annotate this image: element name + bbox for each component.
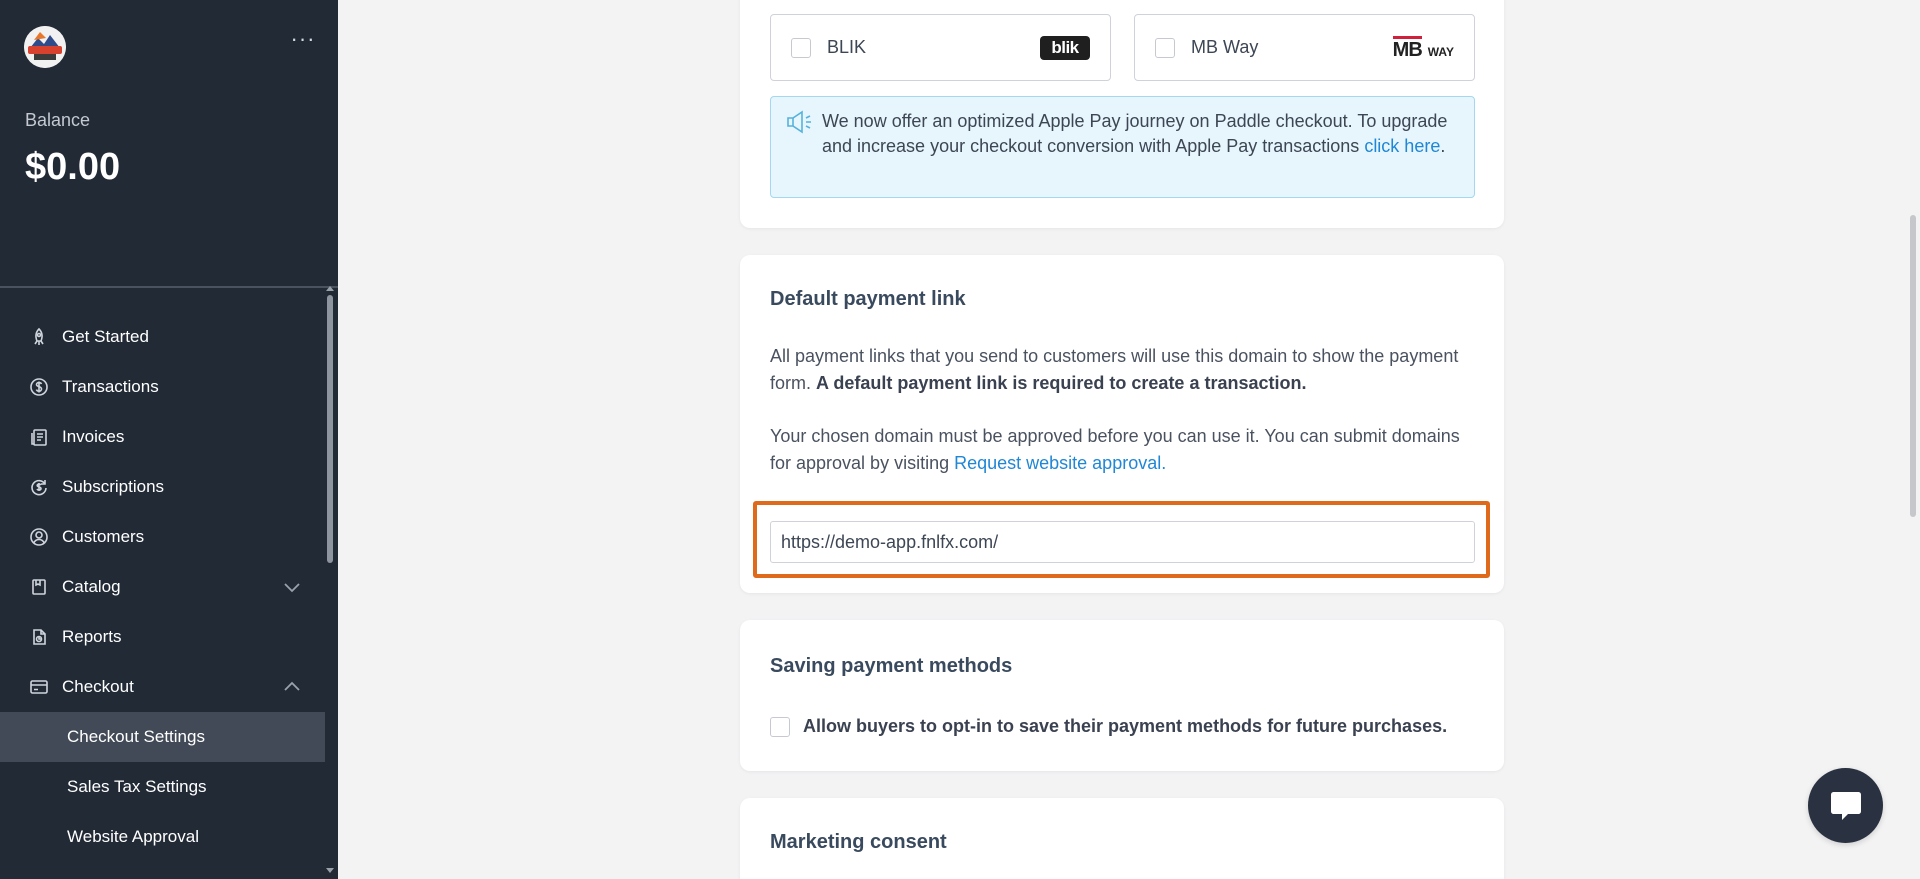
sidebar-item-invoices[interactable]: Invoices <box>0 412 338 462</box>
default-payment-link-input[interactable] <box>770 521 1475 563</box>
card-icon <box>28 676 50 698</box>
notice-suffix: . <box>1440 136 1446 156</box>
sidebar-item-transactions[interactable]: Transactions <box>0 362 338 412</box>
more-options-icon[interactable]: ··· <box>286 28 320 54</box>
sidebar-item-label: Get Started <box>62 327 149 346</box>
payment-method-blik[interactable]: BLIK blik <box>770 14 1111 81</box>
sidebar-subitem-sales-tax-settings[interactable]: Sales Tax Settings <box>0 762 338 812</box>
sidebar-item-label: Customers <box>62 527 145 546</box>
marketing-consent-title: Marketing consent <box>770 831 947 853</box>
sidebar-item-catalog[interactable]: Catalog <box>0 562 338 612</box>
balance-value: $0.00 <box>25 146 121 188</box>
blik-label: BLIK <box>827 37 867 57</box>
sidebar-subitem-checkout-settings[interactable]: Checkout Settings <box>0 712 325 762</box>
payment-method-mbway[interactable]: MB Way MB WAY <box>1134 14 1475 81</box>
chat-bubble-icon <box>1830 791 1861 820</box>
chat-button[interactable] <box>1808 768 1883 843</box>
save-methods-label: Allow buyers to opt-in to save their pay… <box>803 716 1448 736</box>
sidebar-nav: Get Started Transactions Invoices Subscr… <box>0 312 338 879</box>
dollar-circle-icon <box>28 376 50 398</box>
main-scrollbar[interactable] <box>1910 215 1916 517</box>
sidebar-item-label: Transactions <box>62 377 159 396</box>
saving-payment-methods-card: Saving payment methods Allow buyers to o… <box>740 620 1504 771</box>
sidebar-scroll-up[interactable] <box>326 286 334 291</box>
rocket-icon <box>28 326 50 348</box>
sidebar-subitem-hosted-checkout[interactable]: Hosted Checkout <box>0 862 338 879</box>
catalog-icon <box>28 576 50 598</box>
sidebar-item-label: Checkout <box>62 677 134 696</box>
chevron-up-icon[interactable] <box>283 678 301 696</box>
click-here-link[interactable]: click here <box>1364 136 1440 156</box>
chevron-down-icon[interactable] <box>283 578 301 596</box>
sidebar-item-label: Subscriptions <box>62 477 165 496</box>
save-methods-checkbox[interactable] <box>770 716 790 737</box>
approval-description: Your chosen domain must be approved befo… <box>770 423 1475 477</box>
sidebar-item-label: Invoices <box>62 427 125 446</box>
invoice-icon <box>28 426 50 448</box>
sidebar-item-get-started[interactable]: Get Started <box>0 312 338 362</box>
megaphone-icon <box>785 109 813 135</box>
mbway-logo: MB WAY <box>1392 36 1454 62</box>
blik-checkbox[interactable] <box>791 37 811 58</box>
default-payment-link-card: Default payment link All payment links t… <box>740 255 1504 593</box>
saving-payment-methods-title: Saving payment methods <box>770 655 1013 677</box>
sidebar-header: ··· Balance $0.00 <box>0 0 338 288</box>
account-logo[interactable] <box>24 26 66 68</box>
default-payment-link-title: Default payment link <box>770 288 966 310</box>
sidebar-item-subscriptions[interactable]: Subscriptions <box>0 462 338 512</box>
blik-logo: blik <box>1040 36 1090 60</box>
apple-pay-notice: We now offer an optimized Apple Pay jour… <box>770 96 1475 198</box>
sidebar-item-customers[interactable]: Customers <box>0 512 338 562</box>
notice-body: We now offer an optimized Apple Pay jour… <box>822 111 1448 156</box>
user-circle-icon <box>28 526 50 548</box>
sidebar: ··· Balance $0.00 Get Started Transactio… <box>0 0 338 879</box>
sidebar-item-label: Reports <box>62 627 122 646</box>
mbway-checkbox[interactable] <box>1155 37 1175 58</box>
sidebar-subitem-website-approval[interactable]: Website Approval <box>0 812 338 862</box>
sidebar-item-checkout[interactable]: Checkout <box>0 662 338 712</box>
mbway-label: MB Way <box>1191 37 1259 57</box>
balance-label: Balance <box>25 110 91 130</box>
notice-text: We now offer an optimized Apple Pay jour… <box>822 109 1462 159</box>
required-note: A default payment link is required to cr… <box>816 373 1307 393</box>
default-link-description: All payment links that you send to custo… <box>770 343 1475 397</box>
marketing-consent-card: Marketing consent <box>740 798 1504 879</box>
sidebar-item-reports[interactable]: Reports <box>0 612 338 662</box>
save-methods-row[interactable]: Allow buyers to opt-in to save their pay… <box>770 716 1447 737</box>
payment-methods-card: BLIK blik MB Way MB WAY We now offer an o… <box>740 0 1504 228</box>
subscription-icon <box>28 476 50 498</box>
request-website-approval-link[interactable]: Request website approval. <box>954 453 1166 473</box>
sidebar-item-label: Catalog <box>62 577 121 596</box>
reports-icon <box>28 626 50 648</box>
